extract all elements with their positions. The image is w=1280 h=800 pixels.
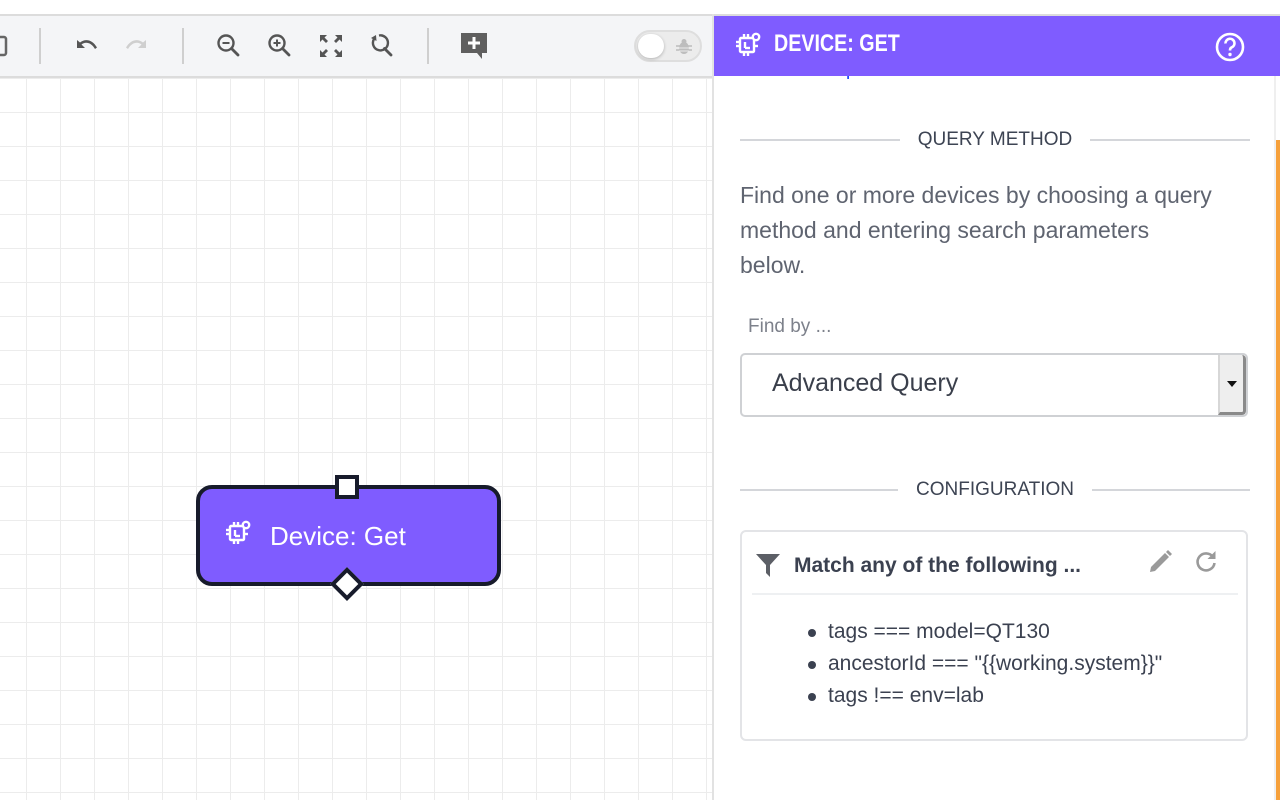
divider-line xyxy=(740,489,899,491)
panel-header: DEVICE: GET xyxy=(714,14,1280,76)
config-card-header: Match any of the following ... xyxy=(752,532,1238,595)
debug-mode-toggle[interactable] xyxy=(634,30,702,62)
dropdown-arrow-button[interactable] xyxy=(1218,355,1246,415)
redo-icon xyxy=(126,40,146,49)
find-by-select[interactable]: Advanced Query xyxy=(740,353,1248,417)
device-get-icon xyxy=(736,32,761,56)
refresh-query-button[interactable] xyxy=(1192,548,1220,576)
workflow-canvas[interactable] xyxy=(0,14,712,800)
edit-query-button[interactable] xyxy=(1146,548,1174,576)
query-method-description: Find one or more devices by choosing a q… xyxy=(740,182,1212,278)
zoom-reset-icon xyxy=(371,34,393,57)
toolbar-divider xyxy=(427,28,429,64)
edge-accent-bar xyxy=(1276,140,1280,800)
help-circle-icon xyxy=(1215,32,1245,62)
node-input-port[interactable] xyxy=(335,475,359,499)
expand-icon xyxy=(320,35,342,57)
toolbar-divider xyxy=(182,28,184,64)
toggle-knob xyxy=(638,34,664,58)
configuration-heading-text: CONFIGURATION xyxy=(916,479,1074,500)
panel-icon xyxy=(0,35,8,57)
window-top-strip xyxy=(0,0,1280,14)
undo-icon xyxy=(77,40,97,49)
device-get-icon xyxy=(226,520,251,544)
node-label: Device: Get xyxy=(270,521,406,551)
reset-zoom-button[interactable] xyxy=(366,30,398,62)
undo-button[interactable] xyxy=(70,30,102,62)
panel-toggle-button[interactable] xyxy=(0,30,14,62)
zoom-out-icon xyxy=(217,34,240,57)
query-rule: ancestorId === "{{working.system}}" xyxy=(808,648,1162,680)
find-by-label: Find by ... xyxy=(748,316,832,337)
zoom-out-button[interactable] xyxy=(213,30,245,62)
toolbar-divider xyxy=(39,28,41,64)
help-button[interactable] xyxy=(1214,31,1246,63)
zoom-in-icon xyxy=(268,34,291,57)
refresh-icon xyxy=(1196,551,1216,572)
divider-line xyxy=(1092,489,1251,491)
properties-panel: Add Description DEVICE: GET QUERY METHOD… xyxy=(712,14,1280,800)
query-rule-list: tags === model=QT130 ancestorId === "{{w… xyxy=(808,616,1162,712)
find-by-selected-value: Advanced Query xyxy=(772,369,959,397)
canvas-toolbar xyxy=(0,14,712,78)
fit-to-screen-button[interactable] xyxy=(315,30,347,62)
filter-icon xyxy=(756,554,780,577)
redo-button[interactable] xyxy=(121,30,153,62)
zoom-in-button[interactable] xyxy=(264,30,296,62)
panel-title: DEVICE: GET xyxy=(774,30,900,57)
pencil-icon xyxy=(1150,550,1172,572)
config-card-title: Match any of the following ... xyxy=(794,554,1081,577)
add-comment-icon xyxy=(461,33,487,59)
query-rule: tags === model=QT130 xyxy=(808,616,1162,648)
divider-line xyxy=(740,139,900,141)
configuration-heading: CONFIGURATION xyxy=(740,478,1251,502)
caret-down-icon xyxy=(1226,380,1237,387)
query-config-card: Match any of the following ... tags === … xyxy=(740,530,1248,741)
divider-line xyxy=(1090,139,1250,141)
query-rule: tags !== env=lab xyxy=(808,680,1162,712)
bug-icon xyxy=(676,39,692,54)
add-note-button[interactable] xyxy=(458,30,490,62)
query-method-heading-text: QUERY METHOD xyxy=(917,129,1073,150)
query-method-heading: QUERY METHOD xyxy=(740,128,1250,152)
